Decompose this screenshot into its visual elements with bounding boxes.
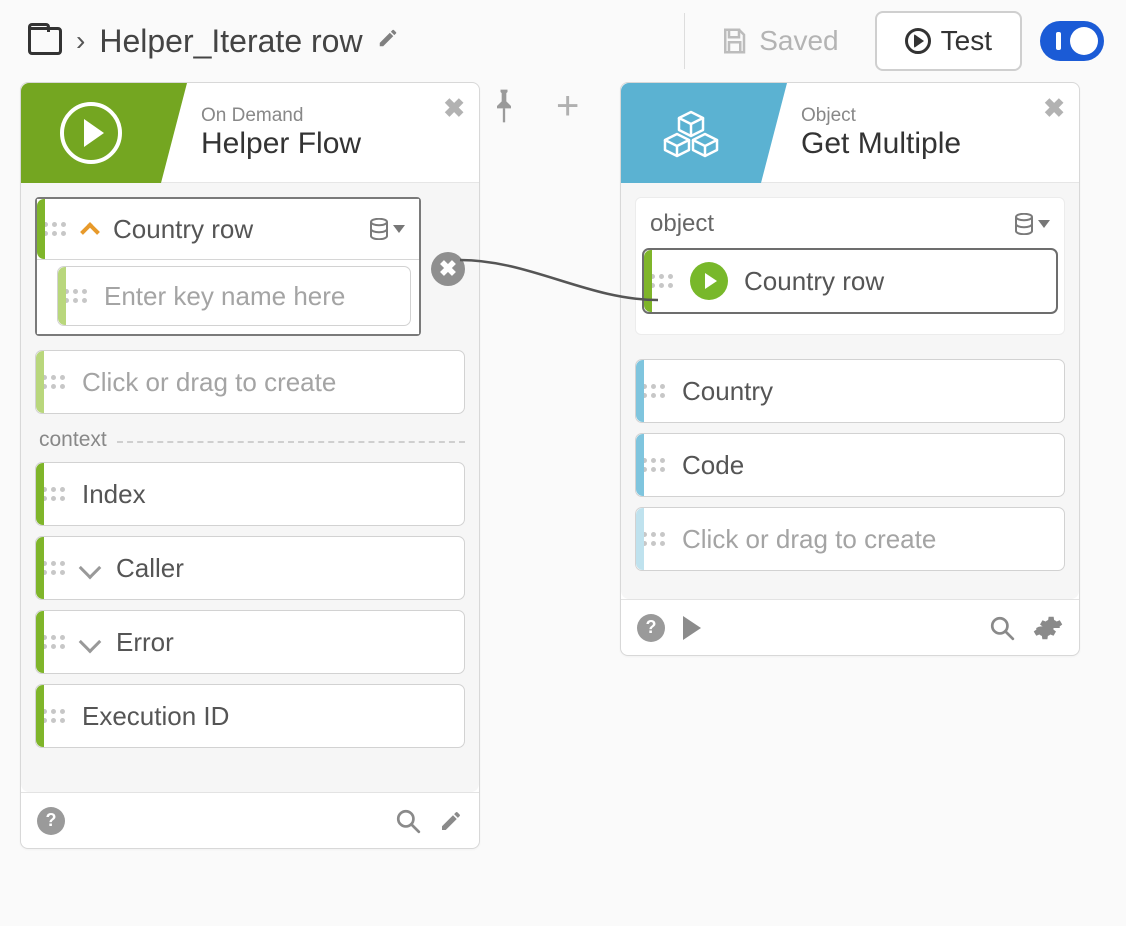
card-eyebrow: Object xyxy=(801,105,961,127)
field-label: Country xyxy=(670,376,1064,407)
card-badge xyxy=(21,83,161,183)
edit-title-icon[interactable] xyxy=(377,27,399,55)
flow-enabled-toggle[interactable] xyxy=(1040,21,1104,61)
field-label: Country row xyxy=(113,214,253,245)
close-icon[interactable]: ✖ xyxy=(443,93,465,124)
object-type-icon xyxy=(1014,213,1034,235)
object-module-icon xyxy=(663,108,719,158)
field-label: Country row xyxy=(744,266,884,297)
delete-input-icon[interactable]: ✖ xyxy=(431,252,465,286)
output-code[interactable]: Code xyxy=(635,433,1065,497)
chevron-down-icon xyxy=(79,631,102,654)
card-header: Object Get Multiple ✖ xyxy=(621,83,1079,183)
card-eyebrow: On Demand xyxy=(201,105,361,127)
test-button-label: Test xyxy=(941,25,992,57)
field-label: Caller xyxy=(116,553,184,584)
flow-title[interactable]: Helper_Iterate row xyxy=(99,23,362,60)
object-section-label: object xyxy=(642,204,1058,238)
collapse-icon[interactable] xyxy=(80,222,100,242)
field-label: Execution ID xyxy=(70,701,464,732)
field-label: Index xyxy=(70,479,464,510)
object-input-country-row[interactable]: Country row xyxy=(642,248,1058,314)
search-icon[interactable] xyxy=(395,808,421,834)
add-card-icon[interactable]: + xyxy=(556,86,579,126)
context-execution-id[interactable]: Execution ID xyxy=(35,684,465,748)
card-title: Helper Flow xyxy=(201,127,361,161)
type-picker[interactable] xyxy=(1014,213,1050,235)
input-group-country-row: Country row Enter key name here xyxy=(35,197,421,336)
search-icon[interactable] xyxy=(989,615,1015,641)
field-placeholder: Click or drag to create xyxy=(670,524,1064,555)
top-toolbar: › Helper_Iterate row Saved Test xyxy=(0,0,1126,82)
flow-source-icon xyxy=(690,262,728,300)
input-country-row[interactable]: Country row xyxy=(37,199,419,259)
toolbar-separator xyxy=(684,13,685,69)
run-card-icon[interactable] xyxy=(683,616,701,640)
field-label: Error xyxy=(116,627,174,658)
breadcrumb: › Helper_Iterate row xyxy=(28,23,399,60)
card-footer: ? xyxy=(621,599,1079,655)
card-badge xyxy=(621,83,761,183)
create-output-placeholder[interactable]: Click or drag to create xyxy=(635,507,1065,571)
canvas-tools: + xyxy=(490,86,579,126)
context-section-label: context xyxy=(39,428,465,452)
play-icon xyxy=(905,28,931,54)
save-status-label: Saved xyxy=(759,25,838,57)
chevron-down-icon xyxy=(79,557,102,580)
folder-icon[interactable] xyxy=(28,27,62,55)
save-icon xyxy=(719,26,749,56)
context-error[interactable]: Error xyxy=(35,610,465,674)
field-placeholder: Click or drag to create xyxy=(70,367,464,398)
pin-icon[interactable] xyxy=(490,89,518,123)
card-helper-flow: On Demand Helper Flow ✖ Country row xyxy=(20,82,480,849)
type-picker[interactable] xyxy=(369,218,419,240)
caret-down-icon xyxy=(393,225,405,233)
card-get-multiple: Object Get Multiple ✖ object xyxy=(620,82,1080,656)
settings-icon[interactable] xyxy=(1033,613,1063,643)
edit-icon[interactable] xyxy=(439,809,463,833)
flow-canvas: + On Demand Helper Flow ✖ xyxy=(0,82,1126,102)
test-button[interactable]: Test xyxy=(875,11,1022,71)
close-icon[interactable]: ✖ xyxy=(1043,93,1065,124)
card-title: Get Multiple xyxy=(801,127,961,161)
field-label: Code xyxy=(670,450,1064,481)
output-country[interactable]: Country xyxy=(635,359,1065,423)
helper-flow-icon xyxy=(60,102,122,164)
object-type-icon xyxy=(369,218,389,240)
context-caller[interactable]: Caller xyxy=(35,536,465,600)
card-header: On Demand Helper Flow ✖ xyxy=(21,83,479,183)
context-index[interactable]: Index xyxy=(35,462,465,526)
input-key-name[interactable]: Enter key name here xyxy=(57,266,411,326)
field-placeholder: Enter key name here xyxy=(92,281,410,312)
create-input-placeholder[interactable]: Click or drag to create xyxy=(35,350,465,414)
card-footer: ? xyxy=(21,792,479,848)
breadcrumb-separator-icon: › xyxy=(76,25,85,57)
caret-down-icon xyxy=(1038,220,1050,228)
help-icon[interactable]: ? xyxy=(637,614,665,642)
save-status: Saved xyxy=(719,25,838,57)
help-icon[interactable]: ? xyxy=(37,807,65,835)
